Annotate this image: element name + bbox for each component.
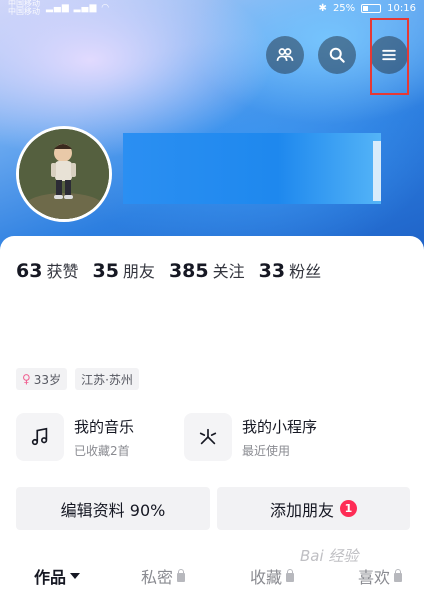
lock-icon bbox=[177, 569, 186, 582]
mini-program-icon bbox=[199, 428, 217, 445]
stat-number: 33 bbox=[258, 260, 286, 282]
tab-works-label: 作品 bbox=[34, 568, 67, 587]
tab-favorites[interactable]: 收藏 bbox=[250, 564, 295, 588]
add-friend-button[interactable]: 添加朋友 1 bbox=[217, 487, 410, 530]
tab-private[interactable]: 私密 bbox=[141, 564, 186, 588]
female-icon: ♀ bbox=[22, 372, 31, 386]
stat-number: 63 bbox=[16, 260, 43, 282]
my-music-entry[interactable]: 我的音乐 已收藏2首 bbox=[16, 413, 134, 461]
signal-icon: ▂▄▆ ▂▄▆ ◠ bbox=[46, 3, 111, 13]
location-tag: 江苏·苏州 bbox=[75, 368, 139, 390]
tab-favorites-label: 收藏 bbox=[250, 568, 283, 587]
edit-profile-label: 编辑资料 90% bbox=[60, 500, 166, 520]
highlight-box bbox=[370, 18, 409, 95]
music-title: 我的音乐 bbox=[74, 417, 135, 436]
music-note-icon bbox=[31, 427, 48, 446]
carrier-label-2: 中国移动 bbox=[8, 7, 40, 16]
caret-down-icon bbox=[70, 573, 81, 579]
people-icon bbox=[276, 48, 294, 61]
search-icon bbox=[329, 47, 345, 63]
clock: 10:16 bbox=[387, 2, 416, 14]
add-friend-label: 添加朋友 bbox=[269, 500, 334, 520]
stat-followers[interactable]: 33 粉丝 bbox=[259, 258, 321, 282]
stat-label: 粉丝 bbox=[289, 262, 322, 281]
battery-percent: 25% bbox=[332, 2, 356, 14]
bluetooth-icon: ✱ bbox=[318, 2, 327, 14]
tab-likes[interactable]: 喜欢 bbox=[358, 564, 403, 588]
battery-icon bbox=[361, 3, 382, 13]
status-bar: 中国移动 中国移动 ▂▄▆ ▂▄▆ ◠ ✱ 25% 10:16 bbox=[0, 0, 424, 16]
stat-likes[interactable]: 63 获赞 bbox=[16, 258, 78, 282]
lock-icon bbox=[286, 569, 295, 582]
profile-tags: ♀ 33岁 江苏·苏州 bbox=[16, 368, 139, 390]
my-mini-program-entry[interactable]: 我的小程序 最近使用 bbox=[184, 413, 317, 461]
avatar-photo bbox=[19, 129, 109, 219]
mini-program-subtitle: 最近使用 bbox=[242, 443, 291, 458]
watermark: Bai 经验 bbox=[300, 547, 359, 565]
avatar[interactable] bbox=[16, 126, 112, 222]
music-subtitle: 已收藏2首 bbox=[74, 443, 130, 458]
profile-tabs: 作品 私密 收藏 喜欢 bbox=[0, 560, 424, 593]
stats-row: 63 获赞 35 朋友 385 关注 33 粉丝 bbox=[16, 258, 335, 282]
edit-profile-button[interactable]: 编辑资料 90% bbox=[16, 487, 210, 530]
stat-label: 关注 bbox=[212, 262, 245, 281]
lock-icon bbox=[394, 569, 403, 582]
tab-private-label: 私密 bbox=[141, 568, 174, 587]
redacted-username bbox=[123, 133, 381, 204]
age-label: 33岁 bbox=[33, 372, 62, 387]
child-photo-image bbox=[19, 129, 109, 219]
stat-following[interactable]: 385 关注 bbox=[169, 258, 245, 282]
friends-button[interactable] bbox=[266, 36, 304, 74]
stat-number: 35 bbox=[92, 260, 119, 282]
stat-label: 获赞 bbox=[46, 262, 79, 281]
age-tag: ♀ 33岁 bbox=[16, 368, 68, 390]
mini-program-title: 我的小程序 bbox=[242, 417, 318, 436]
notification-badge: 1 bbox=[340, 500, 357, 517]
stat-number: 385 bbox=[168, 260, 209, 282]
search-button[interactable] bbox=[318, 36, 356, 74]
stat-label: 朋友 bbox=[122, 262, 155, 281]
location-label: 江苏·苏州 bbox=[81, 372, 133, 387]
stat-friends[interactable]: 35 朋友 bbox=[92, 258, 154, 282]
tab-likes-label: 喜欢 bbox=[358, 568, 391, 587]
tab-works[interactable]: 作品 bbox=[34, 564, 81, 588]
